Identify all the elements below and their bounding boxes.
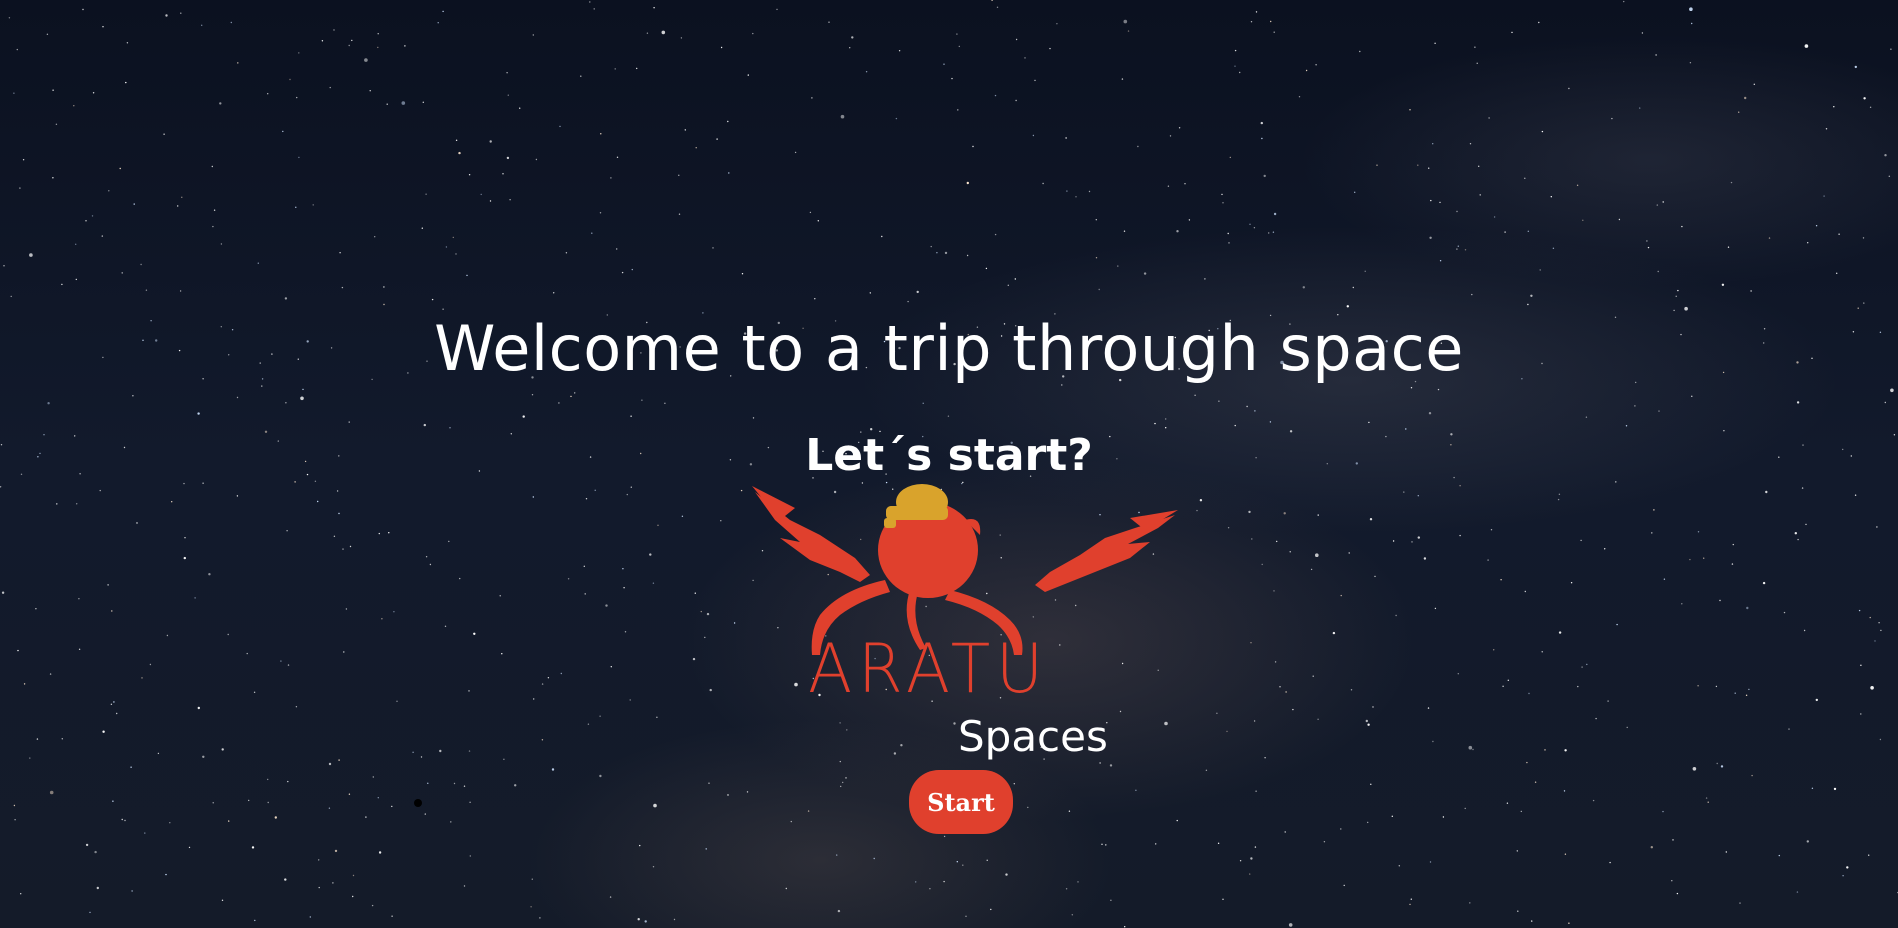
brand-wordmark: ARATU xyxy=(808,630,1049,709)
start-button[interactable]: Start xyxy=(909,770,1013,834)
cursor-dot xyxy=(414,799,422,807)
brand-tagline: Spaces xyxy=(958,712,1108,761)
page-subtitle: Let´s start? xyxy=(805,430,1093,481)
page-title: Welcome to a trip through space xyxy=(434,312,1464,385)
